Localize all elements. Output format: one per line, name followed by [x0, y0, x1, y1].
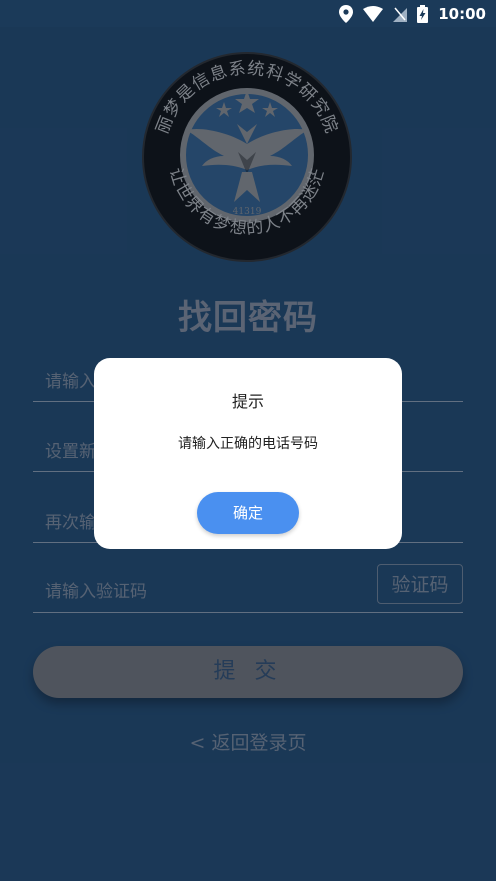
status-time: 10:00 [438, 5, 486, 23]
dialog-message: 请输入正确的电话号码 [178, 436, 318, 452]
status-icons: 10:00 [339, 4, 486, 24]
alert-dialog: 提示 请输入正确的电话号码 确定 [94, 358, 402, 549]
status-bar: 10:00 [0, 0, 496, 27]
no-sim-icon [393, 7, 408, 22]
location-icon [339, 5, 354, 23]
wifi-icon [363, 6, 384, 22]
dialog-title: 提示 [231, 392, 264, 411]
dialog-confirm-button[interactable]: 确定 [197, 492, 299, 534]
battery-charging-icon [417, 5, 429, 23]
